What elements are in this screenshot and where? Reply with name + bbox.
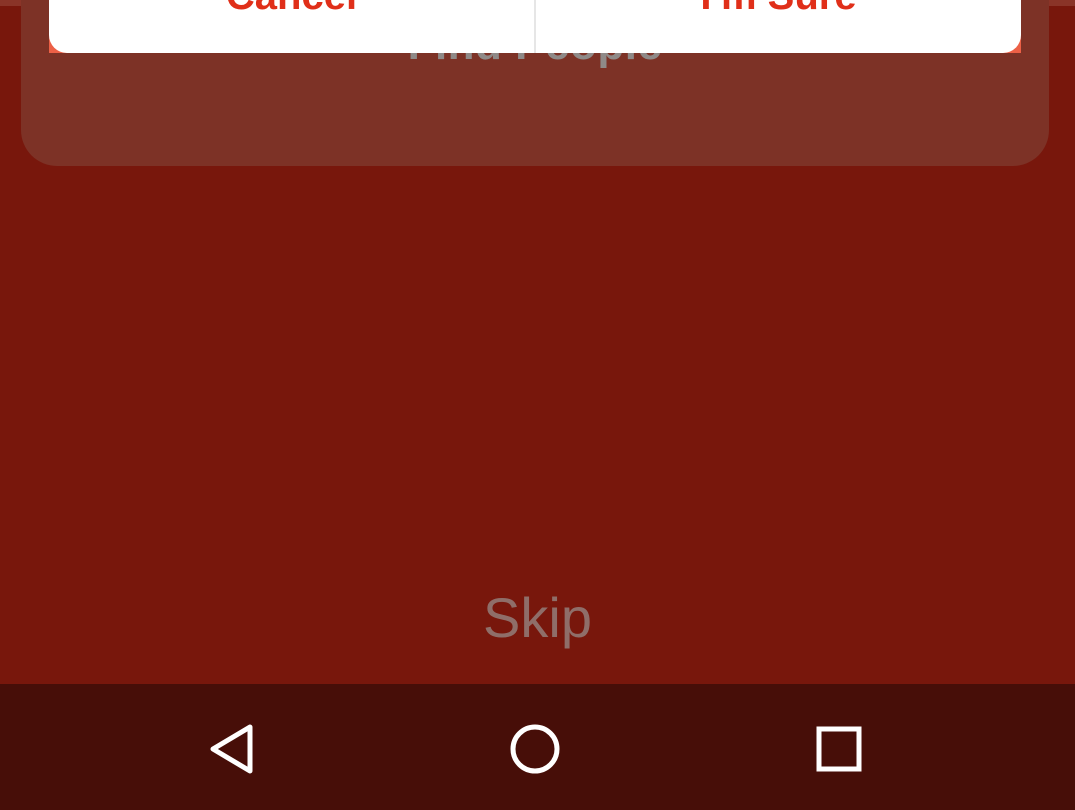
recents-square-icon [815,725,863,773]
home-button[interactable] [490,704,580,794]
home-circle-icon [508,722,562,776]
skip-button[interactable]: Skip [0,585,1075,650]
back-button[interactable] [187,704,277,794]
recents-button[interactable] [794,704,884,794]
back-triangle-icon [207,723,257,775]
cancel-button-label: Cancel [49,0,534,19]
im-sure-button-label: I'm Sure [536,0,1021,19]
android-nav-bar [0,684,1075,810]
app-screen: Find People Cancel I'm Sure Skip [0,0,1075,684]
confirm-dialog: Cancel I'm Sure [49,0,1021,53]
cancel-button[interactable]: Cancel [49,0,534,53]
im-sure-button[interactable]: I'm Sure [534,0,1021,53]
